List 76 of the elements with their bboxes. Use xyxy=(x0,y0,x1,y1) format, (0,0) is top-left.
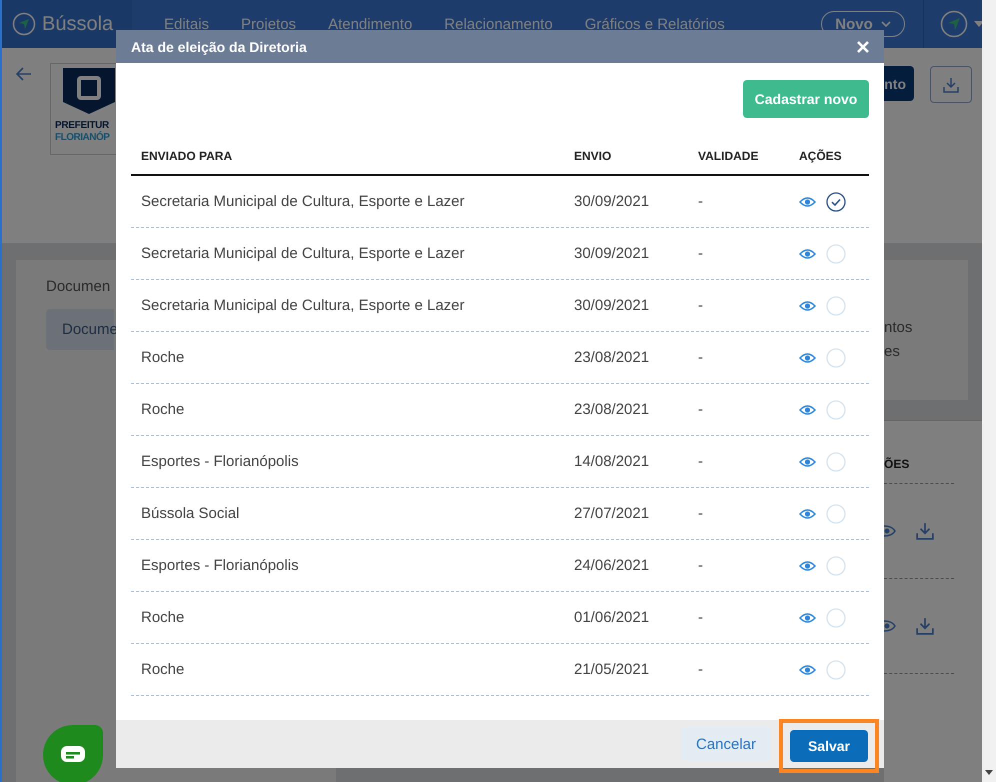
table-cell-text: 21/05/2021 xyxy=(574,661,650,678)
eye-icon[interactable] xyxy=(799,300,816,312)
column-header: AÇÕES xyxy=(799,148,843,163)
column-header: ÕES xyxy=(884,457,910,471)
table-cell-text: - xyxy=(698,349,704,366)
table-cell-text: Secretaria Municipal de Cultura, Esporte e Lazer xyxy=(140,245,466,262)
logo-text: FLORIANÓP xyxy=(55,132,110,144)
table-cell-text: 01/06/2021 xyxy=(574,609,650,626)
table-cell-text: 23/08/2021 xyxy=(574,349,650,366)
table-cell-text: 23/08/2021 xyxy=(574,401,650,418)
nav-link[interactable]: Relacionamento xyxy=(444,16,553,32)
nav-link[interactable]: Atendimento xyxy=(328,16,412,32)
table-cell-text: 30/09/2021 xyxy=(574,245,650,262)
download-button[interactable] xyxy=(930,66,972,103)
back-arrow-icon[interactable] xyxy=(16,67,32,81)
table-cell-text: - xyxy=(698,245,704,262)
modal-title: Ata de eleição da Diretoria xyxy=(131,38,307,54)
eye-icon[interactable] xyxy=(799,612,816,624)
nav-link[interactable]: Gráficos e Relatórios xyxy=(584,16,725,32)
eye-icon[interactable] xyxy=(799,352,816,364)
column-header: ENVIO xyxy=(574,148,612,163)
table-cell-text: - xyxy=(698,557,704,574)
add-new-button[interactable]: Cadastrar novo xyxy=(743,80,869,118)
eye-icon[interactable] xyxy=(799,404,816,416)
eye-icon[interactable] xyxy=(799,664,816,676)
table-cell-text: Esportes - Florianópolis xyxy=(140,557,300,574)
table-cell-text: - xyxy=(698,661,704,678)
table-cell-text: Roche xyxy=(140,609,186,626)
info-text: ntos xyxy=(884,318,914,338)
download-icon[interactable] xyxy=(916,617,934,635)
table-cell-text: Roche xyxy=(140,401,186,418)
chevron-down-icon xyxy=(880,20,891,28)
table-cell-text: Bússola Social xyxy=(140,505,240,522)
nav-link[interactable]: Projetos xyxy=(241,16,296,32)
eye-icon[interactable] xyxy=(799,456,816,468)
logo-text: PREFEITUR xyxy=(55,120,109,131)
documents-tab[interactable]: Docume xyxy=(46,309,114,350)
eye-icon[interactable] xyxy=(799,560,816,572)
column-header: ENVIADO PARA xyxy=(140,148,234,163)
table-cell-text: - xyxy=(698,609,704,626)
compass-icon[interactable] xyxy=(940,10,968,38)
table-cell-text: 27/07/2021 xyxy=(574,505,650,522)
cancel-button[interactable]: Cancelar xyxy=(681,727,771,761)
eye-icon[interactable] xyxy=(884,524,896,538)
table-cell-text: Roche xyxy=(140,349,186,366)
download-icon xyxy=(943,76,959,92)
table-cell-text: Roche xyxy=(140,661,186,678)
save-button[interactable]: Salvar xyxy=(790,730,868,762)
scroll-down-arrow-icon[interactable] xyxy=(985,770,993,776)
eye-icon[interactable] xyxy=(799,248,816,260)
table-cell-text: - xyxy=(698,297,704,314)
table-cell-text: 14/08/2021 xyxy=(574,453,650,470)
table-cell-text: - xyxy=(698,401,704,418)
chat-icon xyxy=(60,745,86,765)
eye-icon[interactable] xyxy=(799,508,816,520)
table-cell-text: - xyxy=(698,453,704,470)
table-cell-text: 24/06/2021 xyxy=(574,557,650,574)
select-radio[interactable] xyxy=(826,192,846,212)
table-cell-text: - xyxy=(698,505,704,522)
table-cell-text: Secretaria Municipal de Cultura, Esporte e Lazer xyxy=(140,193,466,210)
table-cell-text: Esportes - Florianópolis xyxy=(140,453,300,470)
scrollbar[interactable] xyxy=(982,0,996,782)
section-title: Documen xyxy=(46,278,110,295)
table-cell-text: 30/09/2021 xyxy=(574,193,650,210)
caret-icon[interactable] xyxy=(974,20,984,28)
compass-icon xyxy=(12,12,36,36)
column-header: VALIDADE xyxy=(698,148,760,163)
download-icon[interactable] xyxy=(916,522,934,540)
eye-icon[interactable] xyxy=(884,619,896,633)
eye-icon[interactable] xyxy=(799,196,816,208)
table-cell-text: 30/09/2021 xyxy=(574,297,650,314)
table-cell-text: Secretaria Municipal de Cultura, Esporte e Lazer xyxy=(140,297,466,314)
info-text: es xyxy=(884,342,901,362)
nav-link[interactable]: Editais xyxy=(164,16,210,32)
table-cell-text: - xyxy=(698,193,704,210)
close-icon[interactable] xyxy=(857,40,869,52)
